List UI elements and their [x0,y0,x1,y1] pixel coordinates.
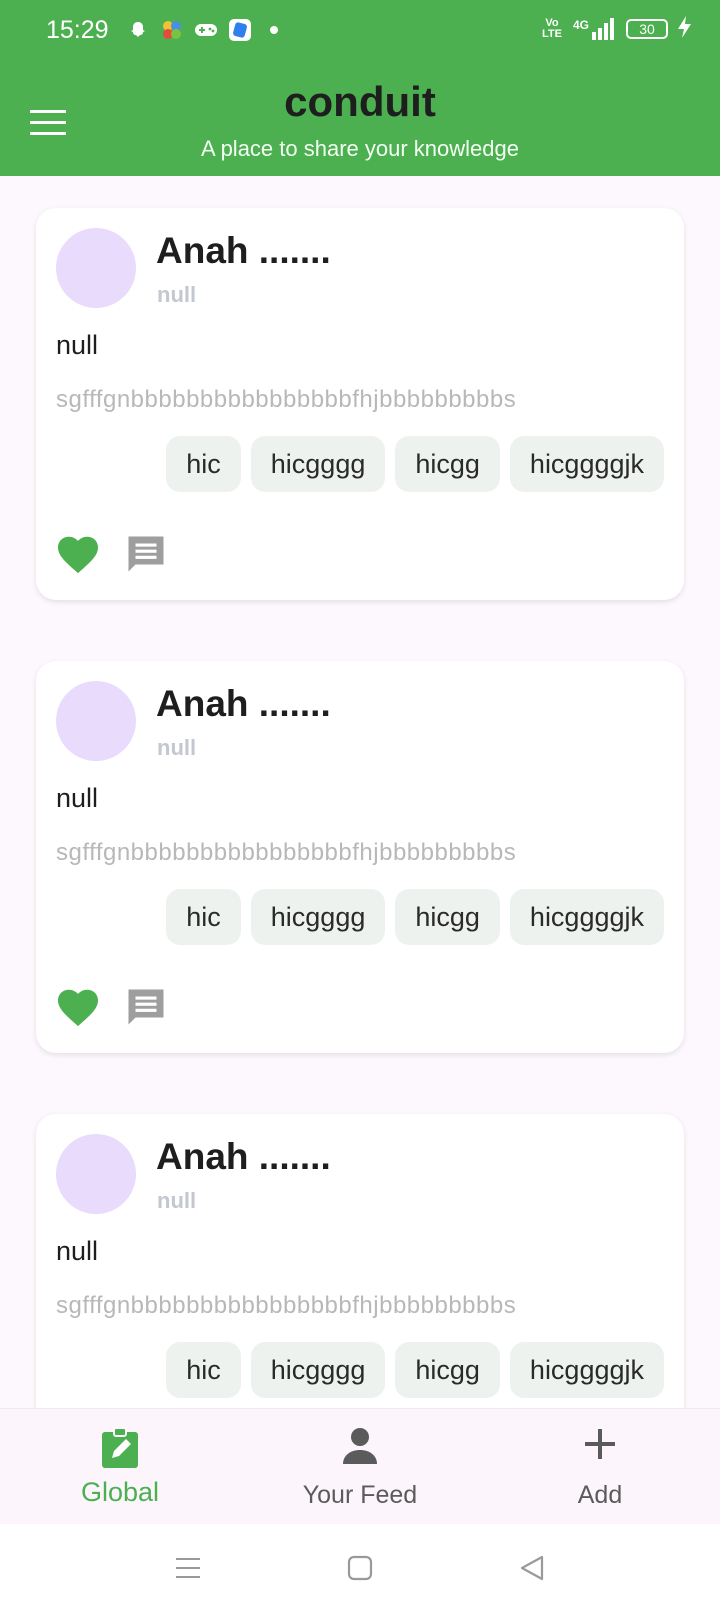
tag-chip[interactable]: hicggggjk [509,436,664,492]
notification-icons [126,18,286,42]
battery-indicator: 30 [626,18,668,39]
article-date: null [157,735,197,760]
network-label: 4G [572,17,589,32]
tag-chip[interactable]: hicgg [395,436,500,492]
snapchat-icon [126,18,150,42]
app-subtitle: A place to share your knowledge [201,136,519,161]
article-title: null [56,330,99,360]
nav-label: Global [80,1477,160,1507]
tag-list: hic hicgggg hicgg hicggggjk [166,436,664,492]
comment-icon[interactable] [124,985,168,1029]
heart-icon[interactable] [56,985,100,1029]
avatar[interactable] [56,228,136,308]
article-card[interactable]: Anah ....... null null sgfffgnbbbbbbbbbb… [36,661,684,1053]
app-title: conduit [284,78,436,125]
article-description: sgfffgnbbbbbbbbbbbbbbbbfhjbbbbbbbbbs [56,839,517,866]
back-icon[interactable] [512,1550,552,1586]
avatar[interactable] [56,681,136,761]
app-bar: conduit A place to share your knowledge [0,62,720,176]
article-title: null [56,783,99,813]
plus-icon [480,1427,720,1469]
article-description: sgfffgnbbbbbbbbbbbbbbbbfhjbbbbbbbbbs [56,386,517,413]
charging-icon [678,16,692,41]
tag-list: hic hicgggg hicgg hicggggjk [166,889,664,945]
nav-your-feed[interactable]: Your Feed [240,1409,480,1525]
tag-chip[interactable]: hicggggjk [509,1342,664,1398]
nav-global[interactable]: Global [0,1409,240,1525]
signal-icon: 4G [572,17,616,40]
home-icon[interactable] [340,1550,380,1586]
bottom-navigation: Global Your Feed Add [0,1408,720,1524]
nav-add[interactable]: Add [480,1409,720,1525]
avatar[interactable] [56,1134,136,1214]
nav-label: Your Feed [302,1481,418,1509]
article-title: null [56,1236,99,1266]
volte-label: Vo LTE [542,16,562,40]
tag-chip[interactable]: hicgggg [250,889,386,945]
tag-list: hic hicgggg hicgg hicggggjk [166,1342,664,1398]
tag-chip[interactable]: hicggggjk [509,889,664,945]
gamepad-icon [194,18,218,42]
person-icon [240,1427,480,1469]
card-actions [56,985,168,1029]
tag-chip[interactable]: hic [166,1342,241,1398]
comment-icon[interactable] [124,532,168,576]
article-date: null [157,282,197,307]
nav-label: Add [577,1481,623,1509]
system-navigation [0,1524,720,1612]
tag-chip[interactable]: hicgggg [250,436,386,492]
status-right: Vo LTE 4G 30 [541,16,692,41]
author-name[interactable]: Anah ....... [156,683,331,725]
dot-icon [262,18,286,42]
status-bar: 15:29 Vo LTE 4G 30 [0,0,720,62]
clipboard-edit-icon [0,1427,240,1469]
status-time: 15:29 [46,16,109,44]
article-card[interactable]: Anah ....... null null sgfffgnbbbbbbbbbb… [36,208,684,600]
heart-icon[interactable] [56,532,100,576]
author-name[interactable]: Anah ....... [156,1136,331,1178]
card-actions [56,532,168,576]
author-name[interactable]: Anah ....... [156,230,331,272]
tag-chip[interactable]: hicgg [395,1342,500,1398]
tag-chip[interactable]: hic [166,889,241,945]
tag-chip[interactable]: hic [166,436,241,492]
app-icon [228,18,252,42]
article-feed[interactable]: Anah ....... null null sgfffgnbbbbbbbbbb… [0,176,720,1408]
pinwheel-icon [160,18,184,42]
article-date: null [157,1188,197,1213]
article-description: sgfffgnbbbbbbbbbbbbbbbbfhjbbbbbbbbbs [56,1292,517,1319]
article-card[interactable]: Anah ....... null null sgfffgnbbbbbbbbbb… [36,1114,684,1408]
recents-icon[interactable] [168,1550,208,1586]
tag-chip[interactable]: hicgggg [250,1342,386,1398]
tag-chip[interactable]: hicgg [395,889,500,945]
